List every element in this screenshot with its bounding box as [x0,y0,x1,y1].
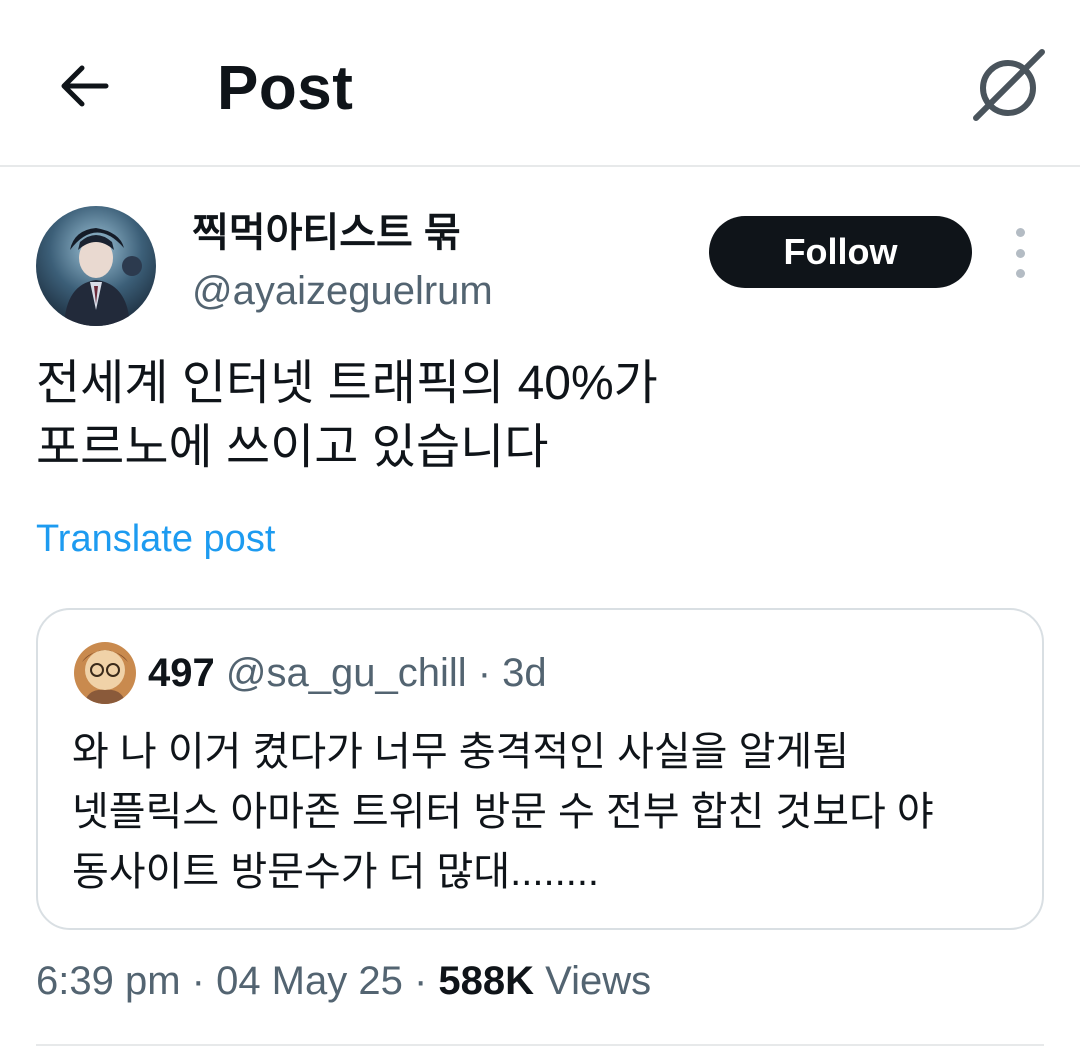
quoted-author-name: 497 [148,651,215,695]
author-avatar[interactable] [36,206,156,326]
post-text-line: 포르노에 쓰이고 있습니다 [36,421,549,474]
grok-button[interactable] [968,48,1048,124]
views-label: Views [545,959,652,1003]
divider [36,1044,1044,1046]
post-text-line: 전세계 인터넷 트래픽의 40%가 [36,357,658,410]
author-display-name[interactable]: 찍먹아티스트 묶 [192,206,461,260]
quoted-text-line: 와 나 이거 켰다가 너무 충격적인 사실을 알게됨 [72,730,849,774]
post-text: 전세계 인터넷 트래픽의 40%가 포르노에 쓰이고 있습니다 [36,352,1036,480]
translate-post-link[interactable]: Translate post [36,514,275,564]
quoted-text-line: 넷플릭스 아마존 트위터 방문 수 전부 합친 것보다 야 [72,790,934,834]
quoted-post-age: 3d [502,651,547,695]
meta-separator: · [180,959,217,1003]
views-count[interactable]: 588K [438,959,534,1003]
post-meta: 6:39 pm · 04 May 25 · 588K Views [36,954,651,1008]
follow-button[interactable]: Follow [709,216,972,288]
quoted-author-avatar-image [74,642,136,704]
more-dot-icon [1015,248,1025,258]
more-dot-icon [1015,269,1025,278]
author-handle[interactable]: @ayaizeguelrum [192,264,493,318]
quoted-post-card[interactable]: 497 @sa_gu_chill · 3d 와 나 이거 켰다가 너무 충격적인… [36,608,1044,930]
more-options-button[interactable] [1004,228,1036,278]
meta-separator: · [402,959,439,1003]
quoted-author-handle: @sa_gu_chill [225,651,467,695]
post-time: 6:39 pm [36,959,181,1003]
quoted-author-avatar[interactable] [74,642,136,704]
back-button[interactable] [52,54,116,118]
quoted-post-header: 497 @sa_gu_chill · 3d [148,646,547,700]
more-dot-icon [1015,228,1025,237]
author-avatar-image [36,206,156,326]
post-date: 04 May 25 [216,959,403,1003]
quoted-text-line: 동사이트 방문수가 더 많대........ [72,850,600,894]
quoted-post-text: 와 나 이거 켰다가 너무 충격적인 사실을 알게됨 넷플릭스 아마존 트위터 … [72,722,934,902]
meta-separator: · [466,651,503,695]
grok-icon [973,49,1045,121]
top-bar: Post [0,0,1080,167]
page-title: Post [217,54,354,123]
arrow-left-icon [61,65,109,107]
